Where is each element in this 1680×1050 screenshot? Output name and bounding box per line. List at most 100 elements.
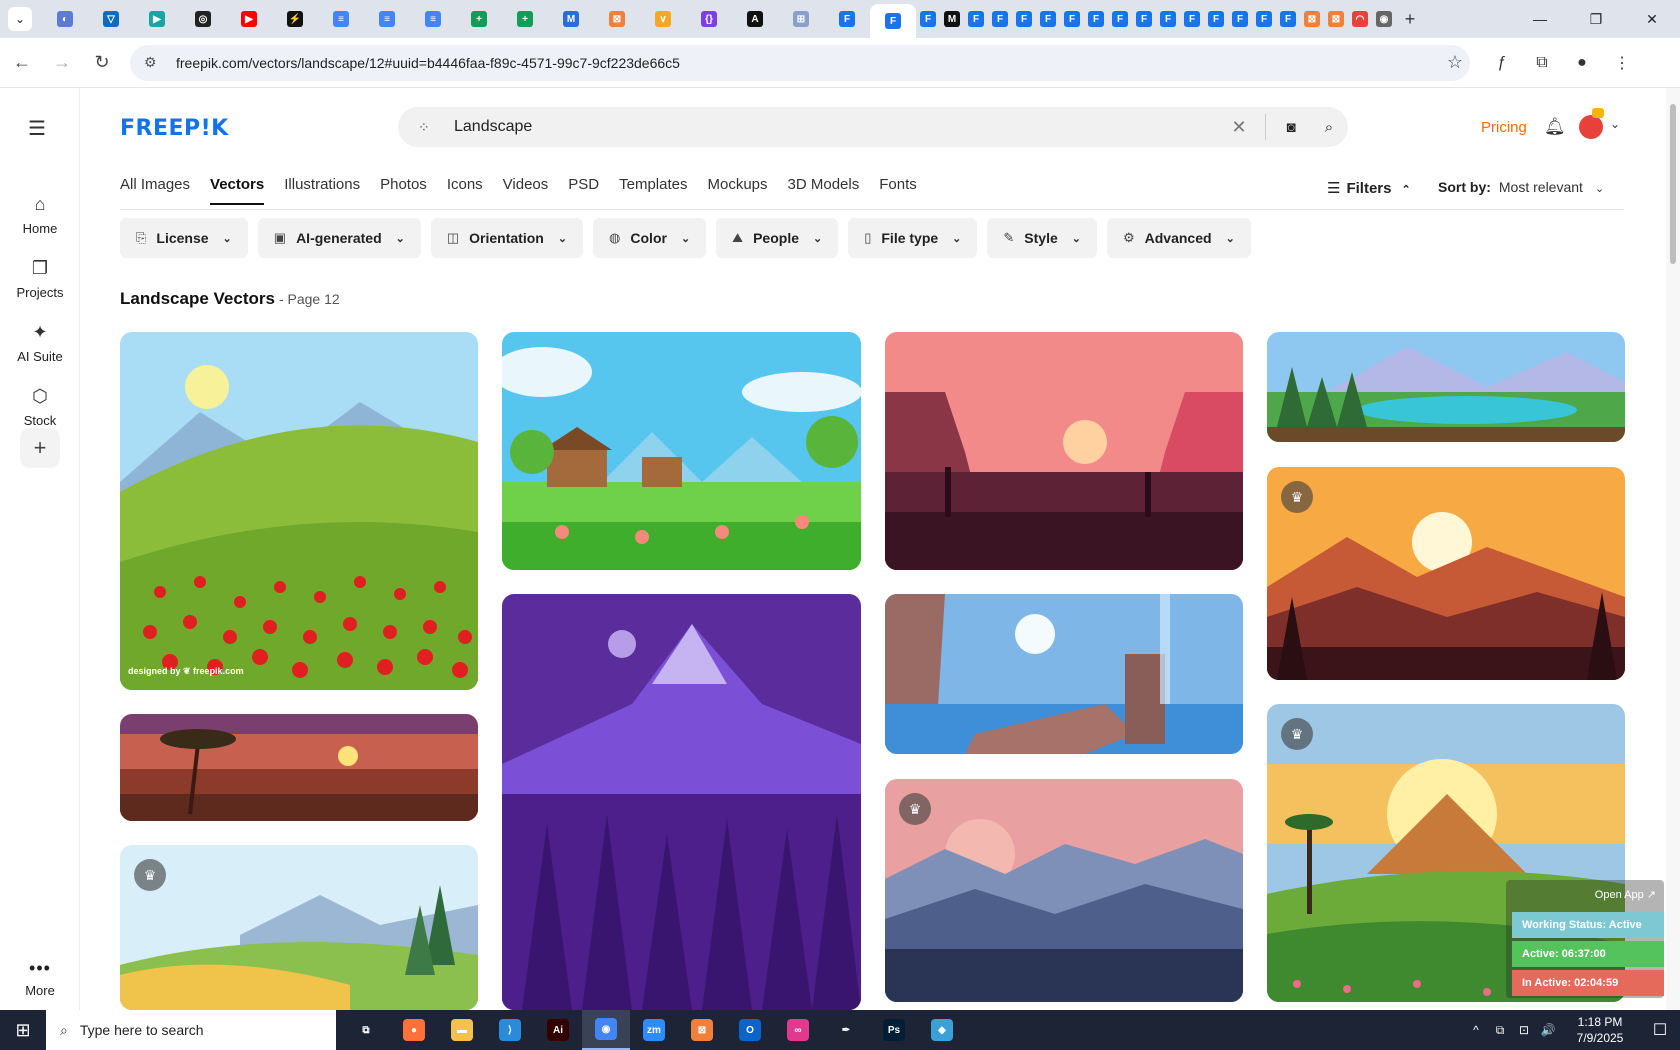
minimize-button[interactable]: — xyxy=(1512,0,1568,38)
browser-tab[interactable]: ∨ xyxy=(640,4,686,34)
taskbar-app-app-diamond[interactable]: ◆ xyxy=(918,1010,966,1050)
image-card[interactable] xyxy=(120,332,478,690)
taskbar-app-outlook[interactable]: O xyxy=(726,1010,774,1050)
notification-icon[interactable]: ☐ xyxy=(1640,1020,1680,1040)
maximize-button[interactable]: ❐ xyxy=(1568,0,1624,38)
profile-avatar[interactable]: ● xyxy=(1564,45,1600,81)
image-card[interactable]: ♛ xyxy=(1267,467,1625,680)
browser-tab[interactable]: ◎ xyxy=(180,4,226,34)
tab-videos[interactable]: Videos xyxy=(503,176,549,205)
browser-tab[interactable]: ⊠ xyxy=(1300,4,1324,34)
tray-icon[interactable]: ⊡ xyxy=(1512,1023,1536,1038)
tab-search-dropdown[interactable]: ⌄ xyxy=(8,7,32,31)
search-input[interactable]: Landscape xyxy=(454,118,1219,136)
taskbar-app-zoom[interactable]: zm xyxy=(630,1010,678,1050)
browser-tab[interactable]: F xyxy=(1036,4,1060,34)
browser-tab[interactable]: F xyxy=(1228,4,1252,34)
browser-tab[interactable]: F xyxy=(1204,4,1228,34)
clear-search-icon[interactable]: ✕ xyxy=(1219,117,1259,138)
hamburger-menu-icon[interactable]: ☰ xyxy=(28,116,46,141)
tab-vectors[interactable]: Vectors xyxy=(210,176,265,205)
browser-tab[interactable]: ▶ xyxy=(134,4,180,34)
filter-chip-license[interactable]: ⎘ License ⌄ xyxy=(120,218,248,258)
taskbar-app-vscode[interactable]: ⟩ xyxy=(486,1010,534,1050)
browser-tab[interactable]: ◉ xyxy=(1372,4,1396,34)
open-app-link[interactable]: Open App ↗ xyxy=(1595,888,1656,901)
browser-tab[interactable]: F xyxy=(1132,4,1156,34)
tray-icon[interactable]: ⧉ xyxy=(1488,1023,1512,1038)
site-info-icon[interactable]: ⚙ xyxy=(144,54,162,71)
browser-tab[interactable]: ▶ xyxy=(226,4,272,34)
filter-chip-ai-generated[interactable]: ▣ AI-generated ⌄ xyxy=(257,218,421,258)
freepik-logo[interactable]: FREEP!K xyxy=(120,116,229,141)
image-card[interactable] xyxy=(502,594,861,1010)
rail-item-more[interactable]: ••• More xyxy=(0,958,80,998)
browser-tab[interactable]: ≡ xyxy=(410,4,456,34)
reload-button[interactable]: ↻ xyxy=(84,45,120,81)
browser-tab[interactable]: F xyxy=(1108,4,1132,34)
user-avatar[interactable] xyxy=(1579,115,1603,139)
extensions-puzzle-icon[interactable]: ⧉ xyxy=(1524,45,1560,81)
taskbar-app-illustrator[interactable]: Ai xyxy=(534,1010,582,1050)
extension-icon[interactable]: ƒ xyxy=(1484,45,1520,81)
filter-chip-advanced[interactable]: ⚙ Advanced ⌄ xyxy=(1106,218,1251,258)
tray-icon[interactable]: 🔊 xyxy=(1536,1023,1560,1038)
browser-tab[interactable]: F xyxy=(1084,4,1108,34)
search-icon[interactable]: ⌕ xyxy=(1310,119,1348,136)
tab-psd[interactable]: PSD xyxy=(568,176,599,205)
bell-icon[interactable]: 🔔︎ xyxy=(1544,117,1566,137)
taskbar-app-pen-tool[interactable]: ✒ xyxy=(822,1010,870,1050)
browser-tab[interactable]: ▽ xyxy=(88,4,134,34)
browser-tab[interactable]: F xyxy=(1060,4,1084,34)
taskbar-app-chrome[interactable]: ◉ xyxy=(582,1010,630,1050)
image-card[interactable] xyxy=(502,332,861,570)
tab-icons[interactable]: Icons xyxy=(447,176,483,205)
browser-tab[interactable]: F xyxy=(988,4,1012,34)
filter-chip-file-type[interactable]: ▯ File type ⌄ xyxy=(848,218,978,258)
rail-item-projects[interactable]: ❐ Projects xyxy=(0,258,80,300)
rail-item-ai-suite[interactable]: ✦ AI Suite xyxy=(0,322,80,364)
tab-illustrations[interactable]: Illustrations xyxy=(284,176,360,205)
browser-tab[interactable]: F xyxy=(824,4,870,34)
browser-tab[interactable]: ◐ xyxy=(42,4,88,34)
tab-fonts[interactable]: Fonts xyxy=(879,176,917,205)
taskbar-search[interactable]: ⌕ Type here to search xyxy=(46,1010,336,1050)
browser-tab[interactable]: ⊞ xyxy=(778,4,824,34)
image-card[interactable] xyxy=(120,714,478,821)
forward-button[interactable]: → xyxy=(44,45,80,81)
filter-chip-people[interactable]: ⛰ People ⌄ xyxy=(716,218,839,258)
tab-photos[interactable]: Photos xyxy=(380,176,427,205)
windows-start-icon[interactable]: ⊞ xyxy=(0,1010,46,1050)
browser-tab[interactable]: F xyxy=(964,4,988,34)
filter-chip-orientation[interactable]: ◫ Orientation ⌄ xyxy=(430,218,584,258)
taskbar-app-xampp[interactable]: ⊠ xyxy=(678,1010,726,1050)
browser-tab[interactable]: F xyxy=(1252,4,1276,34)
rail-item-stock[interactable]: ⬡ Stock xyxy=(0,386,80,428)
image-card[interactable] xyxy=(885,594,1243,754)
browser-tab[interactable]: F xyxy=(1012,4,1036,34)
image-card[interactable]: ♛ xyxy=(120,845,478,1010)
tray-icon[interactable]: ^ xyxy=(1464,1023,1488,1038)
page-scrollbar[interactable] xyxy=(1666,88,1680,1010)
browser-tab[interactable]: A xyxy=(732,4,778,34)
taskbar-app-firefox[interactable]: ● xyxy=(390,1010,438,1050)
close-window-button[interactable]: ✕ xyxy=(1624,0,1680,38)
taskbar-app-file-explorer[interactable]: ▬ xyxy=(438,1010,486,1050)
image-card[interactable] xyxy=(1267,332,1625,442)
chevron-down-icon[interactable]: ⌄ xyxy=(1610,117,1620,131)
taskbar-app-task-view[interactable]: ⧉ xyxy=(342,1010,390,1050)
browser-menu-icon[interactable]: ⋮ xyxy=(1604,45,1640,81)
browser-tab[interactable]: {} xyxy=(686,4,732,34)
image-card[interactable]: ♛ xyxy=(885,779,1243,1002)
tab-mockups[interactable]: Mockups xyxy=(707,176,767,205)
browser-tab[interactable]: + xyxy=(502,4,548,34)
taskbar-app-creative-cloud[interactable]: ∞ xyxy=(774,1010,822,1050)
filter-chip-style[interactable]: ✎ Style ⌄ xyxy=(987,218,1097,258)
browser-tab-active[interactable]: F xyxy=(870,4,916,38)
add-button[interactable]: + xyxy=(20,428,60,468)
address-bar[interactable]: ⚙ freepik.com/vectors/landscape/12#uuid=… xyxy=(130,44,1470,81)
filter-chip-color[interactable]: ◍ Color ⌄ xyxy=(593,218,707,258)
browser-tab[interactable]: ⚡ xyxy=(272,4,318,34)
sort-dropdown[interactable]: Sort by: Most relevant ⌄ xyxy=(1438,179,1604,195)
tab-templates[interactable]: Templates xyxy=(619,176,687,205)
